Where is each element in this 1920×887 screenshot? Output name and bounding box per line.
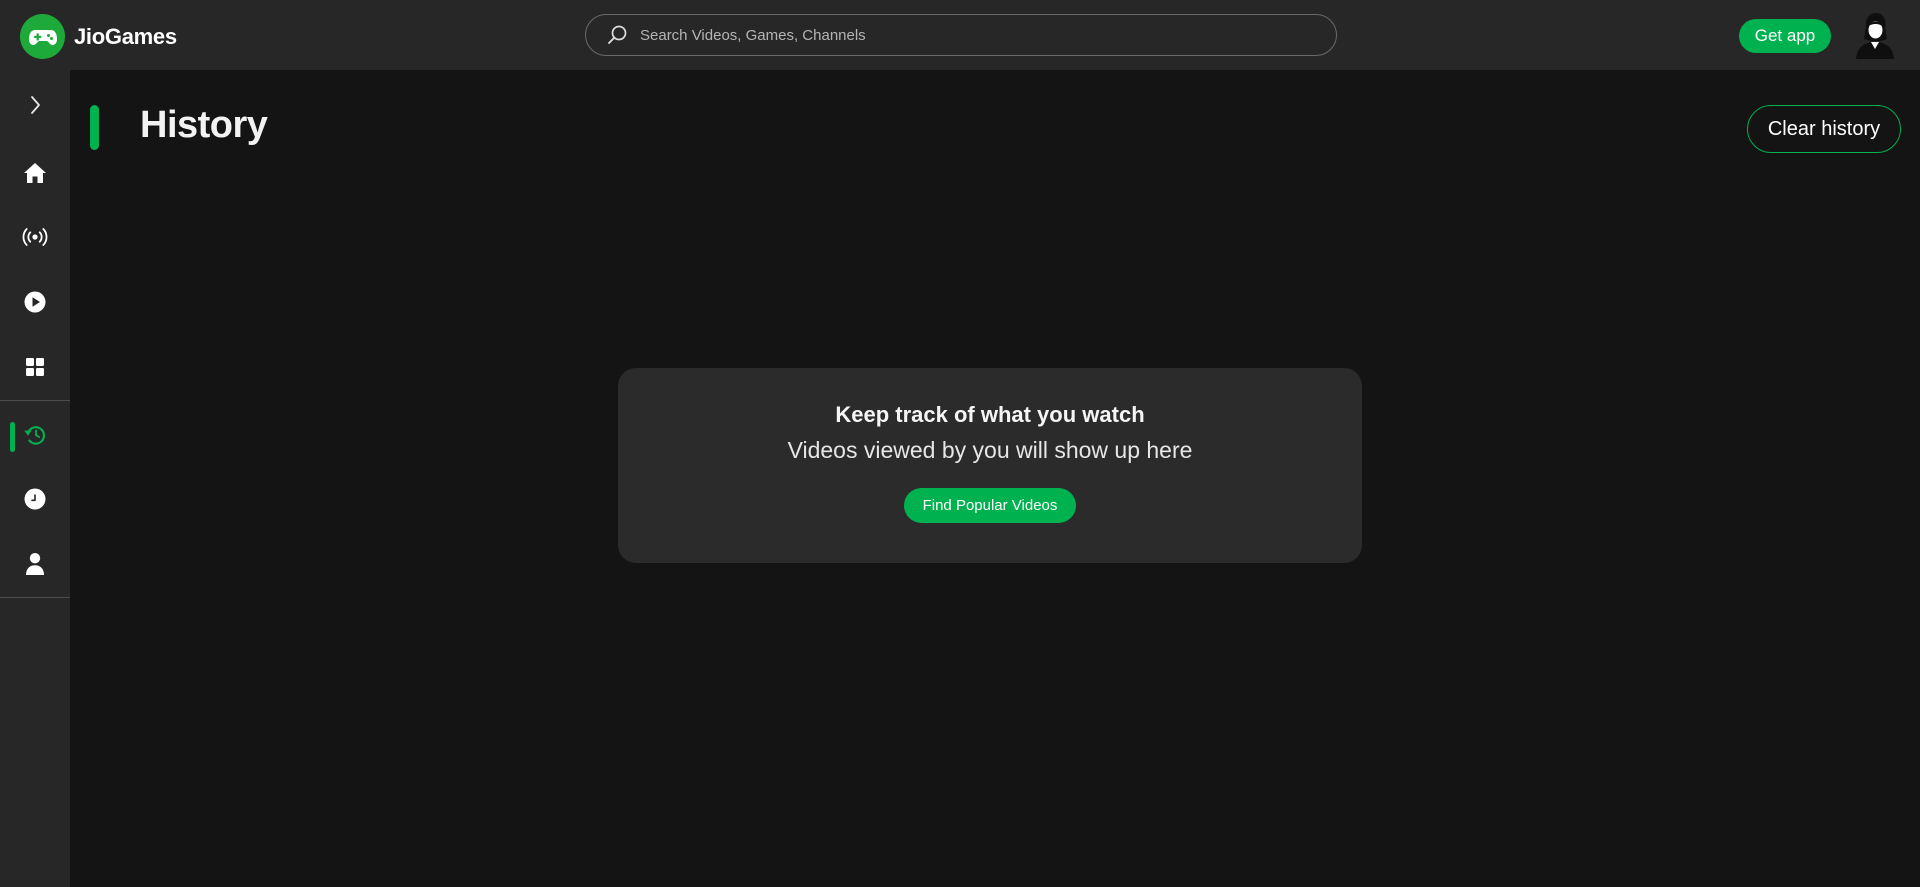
clear-history-button[interactable]: Clear history xyxy=(1747,105,1901,153)
history-icon xyxy=(23,424,47,451)
chevron-right-icon xyxy=(28,95,42,120)
sidebar-divider xyxy=(0,400,70,401)
user-icon xyxy=(25,552,45,581)
user-avatar-icon[interactable] xyxy=(1852,11,1898,59)
sidebar-item-categories[interactable] xyxy=(0,344,70,394)
sidebar-item-history[interactable] xyxy=(0,412,70,462)
sidebar-item-watch-later[interactable] xyxy=(0,476,70,526)
sidebar-item-live[interactable] xyxy=(0,214,70,264)
search-bar[interactable] xyxy=(585,14,1337,56)
sidebar-item-videos[interactable] xyxy=(0,279,70,329)
search-input[interactable] xyxy=(640,15,1336,55)
top-bar: JioGames Get app xyxy=(0,0,1920,70)
sidebar-divider xyxy=(0,597,70,598)
get-app-button[interactable]: Get app xyxy=(1739,19,1831,53)
app-name: JioGames xyxy=(74,23,177,49)
title-accent-bar xyxy=(90,105,99,150)
clock-icon xyxy=(24,488,46,515)
app-logo[interactable]: JioGames xyxy=(20,14,177,59)
find-popular-videos-button[interactable]: Find Popular Videos xyxy=(904,488,1076,523)
grid-icon xyxy=(25,357,45,382)
sidebar-item-expand[interactable] xyxy=(0,82,70,132)
sidebar xyxy=(0,70,70,887)
sidebar-item-profile[interactable] xyxy=(0,541,70,591)
broadcast-icon xyxy=(22,227,48,252)
search-icon xyxy=(606,24,628,46)
empty-state-card: Keep track of what you watch Videos view… xyxy=(618,368,1362,563)
play-icon xyxy=(24,291,46,318)
empty-state-title: Keep track of what you watch xyxy=(835,402,1145,427)
sidebar-item-home[interactable] xyxy=(0,150,70,200)
page-title: History xyxy=(140,104,268,146)
home-icon xyxy=(23,162,47,189)
empty-state-subtitle: Videos viewed by you will show up here xyxy=(787,437,1193,463)
gamepad-icon xyxy=(20,14,65,59)
